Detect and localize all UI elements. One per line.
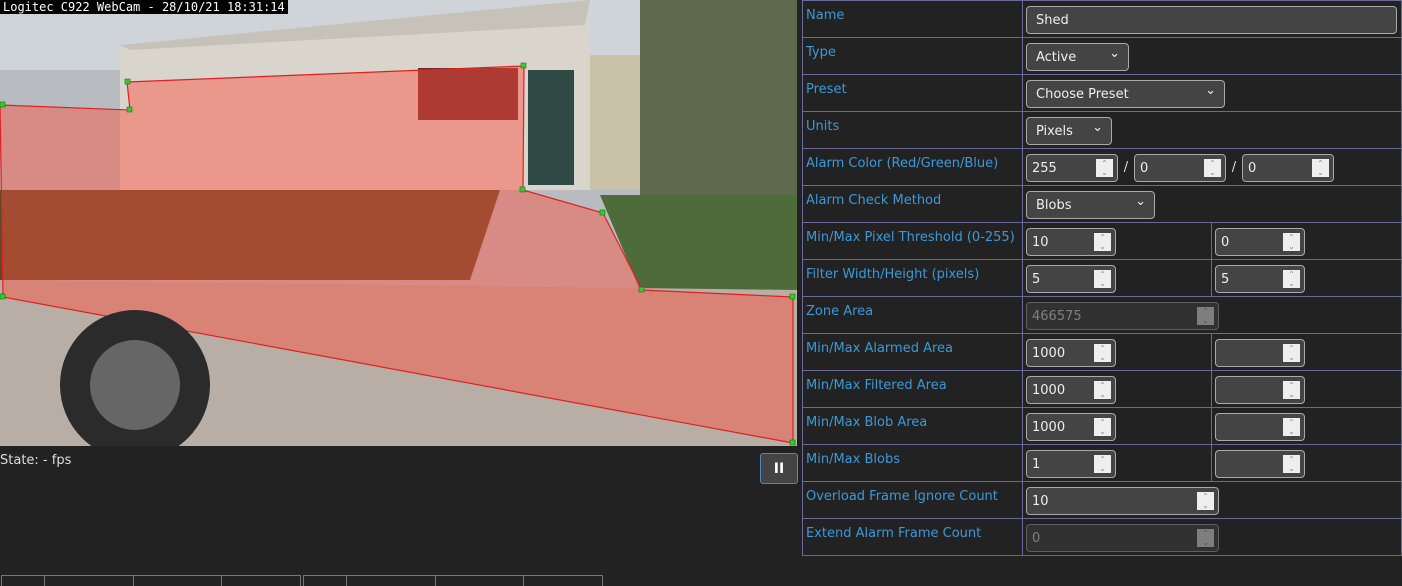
overload-label: Overload Frame Ignore Count — [802, 481, 1023, 519]
filtered-area-label: Min/Max Filtered Area — [802, 370, 1023, 408]
blue-input[interactable]: 0 ⌃ ⌄ — [1242, 154, 1334, 182]
blobs-max-input[interactable]: ⌃ ⌄ — [1215, 450, 1305, 478]
spinner-icon: ⌃ ⌄ — [1204, 159, 1221, 177]
alarmed-area-label: Min/Max Alarmed Area — [802, 333, 1023, 371]
overload-input[interactable]: 10 ⌃ ⌄ — [1026, 487, 1219, 515]
pixel-min-input[interactable]: 10 ⌃ ⌄ — [1026, 228, 1116, 256]
type-label: Type — [802, 37, 1023, 75]
spinner-icon: ⌃ ⌄ — [1283, 455, 1300, 473]
zone-handle — [789, 293, 796, 300]
alarmed-min-input[interactable]: 1000 ⌃ ⌄ — [1026, 339, 1116, 367]
units-select[interactable]: Pixels — [1026, 114, 1112, 145]
camera-feed[interactable] — [0, 0, 797, 446]
spinner-icon: ⌃ ⌄ — [1094, 381, 1111, 399]
zone-handle — [126, 106, 133, 113]
filter-label: Filter Width/Height (pixels) — [802, 259, 1023, 297]
extend-label: Extend Alarm Frame Count — [802, 518, 1023, 556]
spinner-icon: ⌃ ⌄ — [1283, 381, 1300, 399]
zone-settings-table: NameShed TypeActive PresetChoose Preset … — [802, 0, 1402, 556]
name-label: Name — [802, 0, 1023, 38]
units-label: Units — [802, 111, 1023, 149]
zone-handle — [638, 286, 645, 293]
zone-handle — [789, 439, 796, 446]
spinner-icon: ⌃ ⌄ — [1312, 159, 1329, 177]
name-input[interactable]: Shed — [1026, 6, 1397, 34]
spinner-icon: ⌃ ⌄ — [1283, 344, 1300, 362]
pixel-threshold-label: Min/Max Pixel Threshold (0-255) — [802, 222, 1023, 260]
alarm-color-label: Alarm Color (Red/Green/Blue) — [802, 148, 1023, 186]
filter-height-input[interactable]: 5 ⌃ ⌄ — [1215, 265, 1305, 293]
spinner-icon: ⌃ ⌄ — [1197, 492, 1214, 510]
green-input[interactable]: 0 ⌃ ⌄ — [1134, 154, 1226, 182]
state-text: State: - fps — [0, 453, 72, 468]
spinner-icon: ⌃ ⌄ — [1197, 529, 1214, 547]
extend-input: 0 ⌃ ⌄ — [1026, 524, 1219, 552]
zone-handle — [519, 186, 526, 193]
zone-handle — [124, 78, 131, 85]
spinner-icon: ⌃ ⌄ — [1197, 307, 1214, 325]
spinner-icon: ⌃ ⌄ — [1094, 344, 1111, 362]
alarmed-max-input[interactable]: ⌃ ⌄ — [1215, 339, 1305, 367]
zone-area-input: 466575 ⌃ ⌄ — [1026, 302, 1219, 330]
spinner-icon: ⌃ ⌄ — [1283, 233, 1300, 251]
spinner-icon: ⌃ ⌄ — [1283, 270, 1300, 288]
points-table — [1, 575, 301, 586]
blobs-label: Min/Max Blobs — [802, 444, 1023, 482]
zone-area-label: Zone Area — [802, 296, 1023, 334]
filter-width-input[interactable]: 5 ⌃ ⌄ — [1026, 265, 1116, 293]
pause-button[interactable]: II — [760, 453, 798, 484]
check-method-label: Alarm Check Method — [802, 185, 1023, 223]
blob-area-min-input[interactable]: 1000 ⌃ ⌄ — [1026, 413, 1116, 441]
red-input[interactable]: 255 ⌃ ⌄ — [1026, 154, 1118, 182]
check-method-select[interactable]: Blobs — [1026, 188, 1155, 219]
spinner-icon: ⌃ ⌄ — [1096, 159, 1113, 177]
zone-handle — [599, 209, 606, 216]
spinner-icon: ⌃ ⌄ — [1094, 418, 1111, 436]
filtered-max-input[interactable]: ⌃ ⌄ — [1215, 376, 1305, 404]
spinner-icon: ⌃ ⌄ — [1094, 270, 1111, 288]
blobs-min-input[interactable]: 1 ⌃ ⌄ — [1026, 450, 1116, 478]
blob-area-label: Min/Max Blob Area — [802, 407, 1023, 445]
type-select[interactable]: Active — [1026, 40, 1129, 71]
zone-handle — [520, 62, 527, 69]
preset-label: Preset — [802, 74, 1023, 112]
points-table — [303, 575, 603, 586]
pixel-max-input[interactable]: 0 ⌃ ⌄ — [1215, 228, 1305, 256]
zone-handle — [0, 293, 6, 300]
spinner-icon: ⌃ ⌄ — [1094, 233, 1111, 251]
preset-select[interactable]: Choose Preset — [1026, 77, 1225, 108]
blob-area-max-input[interactable]: ⌃ ⌄ — [1215, 413, 1305, 441]
separator: / — [1231, 160, 1237, 175]
camera-caption: Logitec C922 WebCam - 28/10/21 18:31:14 — [0, 0, 288, 14]
filtered-min-input[interactable]: 1000 ⌃ ⌄ — [1026, 376, 1116, 404]
spinner-icon: ⌃ ⌄ — [1094, 455, 1111, 473]
spinner-icon: ⌃ ⌄ — [1283, 418, 1300, 436]
separator: / — [1123, 160, 1129, 175]
zone-handle — [0, 101, 6, 108]
